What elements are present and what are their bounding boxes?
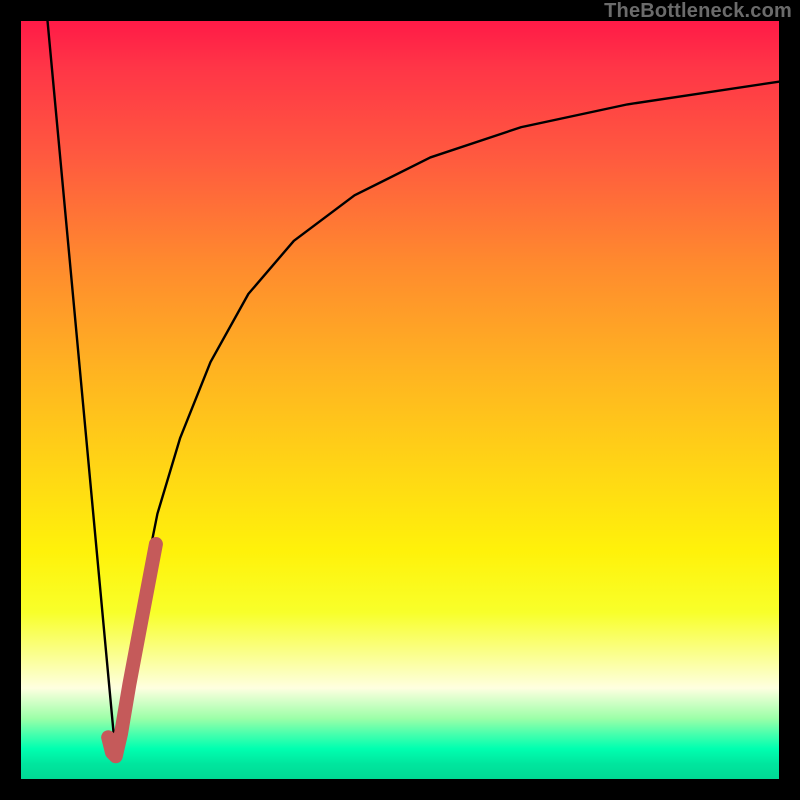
curve-left-descending	[48, 21, 116, 756]
plot-area	[21, 21, 779, 779]
highlight-j-curve	[108, 544, 156, 756]
curve-layer	[21, 21, 779, 779]
watermark-text: TheBottleneck.com	[604, 0, 792, 23]
curve-right-rising	[116, 82, 779, 757]
chart-frame: TheBottleneck.com	[0, 0, 800, 800]
